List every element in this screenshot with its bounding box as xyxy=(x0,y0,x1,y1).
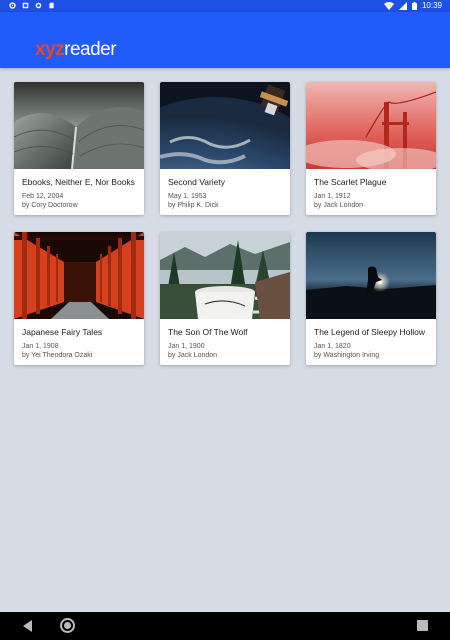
book-title: The Legend of Sleepy Hollow xyxy=(314,327,426,337)
book-author: by Yei Theodora Ozaki xyxy=(22,352,93,359)
settings-notification-icon xyxy=(9,2,16,9)
status-bar: 10:39 xyxy=(0,0,450,12)
book-title: The Scarlet Plague xyxy=(314,177,387,187)
book-grid: Ebooks, Neither E, Nor Books Feb 12, 200… xyxy=(14,82,436,365)
book-author: by Jack London xyxy=(314,202,364,209)
book-card[interactable]: The Legend of Sleepy Hollow Jan 1, 1820 … xyxy=(306,232,436,365)
book-title: Second Variety xyxy=(168,177,226,187)
book-card[interactable]: The Scarlet Plague Jan 1, 1912 by Jack L… xyxy=(306,82,436,215)
app-bar: xyzreader xyxy=(0,12,450,68)
logo-text: reader xyxy=(64,39,117,60)
book-date: Jan 1, 1908 xyxy=(22,343,59,350)
book-cover-image xyxy=(14,82,144,169)
book-author: by Cory Doctorow xyxy=(22,202,78,209)
book-author: by Washington Irving xyxy=(314,352,380,359)
sync-notification-icon xyxy=(35,2,42,9)
sd-card-icon xyxy=(49,2,54,9)
book-card[interactable]: Ebooks, Neither E, Nor Books Feb 12, 200… xyxy=(14,82,144,215)
book-title: The Son Of The Wolf xyxy=(168,327,248,337)
app-logo: xyzreader xyxy=(35,39,117,60)
book-date: Jan 1, 1900 xyxy=(168,343,205,350)
system-icons: 10:39 xyxy=(383,1,442,11)
app-notification-icon xyxy=(22,2,29,9)
system-navigation-bar xyxy=(0,612,450,640)
recent-apps-icon[interactable] xyxy=(417,620,428,631)
home-icon[interactable] xyxy=(60,618,75,633)
book-cover-image xyxy=(160,232,290,319)
book-author: by Jack London xyxy=(168,352,218,359)
logo-accent: xyz xyxy=(35,39,65,60)
battery-icon xyxy=(411,2,417,10)
cellular-signal-icon xyxy=(398,2,407,10)
book-card[interactable]: Second Variety May 1, 1953 by Philip K. … xyxy=(160,82,290,215)
book-cover-image xyxy=(14,232,144,319)
book-date: Feb 12, 2004 xyxy=(22,193,64,200)
book-card[interactable]: The Son Of The Wolf Jan 1, 1900 by Jack … xyxy=(160,232,290,365)
book-cover-image xyxy=(306,232,436,319)
book-title: Ebooks, Neither E, Nor Books xyxy=(22,177,135,187)
wifi-icon xyxy=(383,2,394,10)
notification-icons xyxy=(9,2,55,9)
book-date: Jan 1, 1912 xyxy=(314,193,351,200)
book-date: Jan 1, 1820 xyxy=(314,343,351,350)
book-cover-image xyxy=(306,82,436,169)
book-author: by Philip K. Dick xyxy=(168,202,219,209)
book-date: May 1, 1953 xyxy=(168,193,207,200)
clock: 10:39 xyxy=(421,1,442,10)
book-title: Japanese Fairy Tales xyxy=(22,327,103,337)
book-cover-image xyxy=(160,82,290,169)
book-card[interactable]: Japanese Fairy Tales Jan 1, 1908 by Yei … xyxy=(14,232,144,365)
back-icon[interactable] xyxy=(23,620,32,632)
